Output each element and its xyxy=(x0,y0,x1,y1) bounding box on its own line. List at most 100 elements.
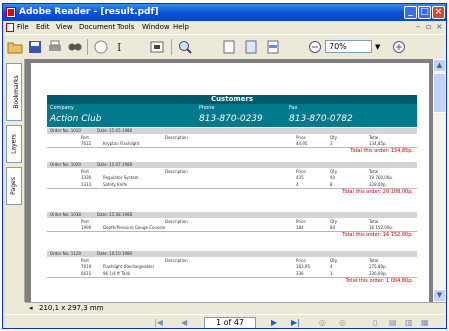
adobe-reader-icon xyxy=(6,7,16,18)
single-page-icon[interactable]: ▯ xyxy=(373,318,377,327)
fax-label: Fax xyxy=(289,105,298,111)
item-price: 44,95 xyxy=(296,141,308,146)
pdf-page: Customers Company Phone Fax Action Club … xyxy=(31,63,429,302)
col-total: Total xyxy=(369,169,379,174)
item-price: 4 xyxy=(296,182,299,187)
save-icon[interactable] xyxy=(27,39,43,55)
item-qty: 4 xyxy=(330,264,333,269)
scroll-thumb[interactable] xyxy=(433,73,446,113)
close-button[interactable]: × xyxy=(432,6,445,19)
order-number: Order No: 1129 xyxy=(50,251,81,256)
menu-bar: File Edit View Document Tools Window Hel… xyxy=(3,21,446,34)
navigation-panel-tabs: Bookmarks Layers Pages xyxy=(3,59,25,302)
item-total: 134,85p. xyxy=(369,141,387,146)
open-folder-icon[interactable] xyxy=(7,39,23,55)
app-window: Adobe Reader - [result.pdf] _ □ × File E… xyxy=(2,3,447,329)
zoom-in-icon[interactable] xyxy=(307,39,323,55)
col-qty: Qty xyxy=(330,258,338,263)
document-area[interactable]: Customers Company Phone Fax Action Club … xyxy=(25,59,433,302)
scroll-down-icon[interactable]: ▼ xyxy=(433,289,446,302)
continuous-facing-icon[interactable]: ▦ xyxy=(421,318,429,327)
select-text-icon[interactable]: I xyxy=(115,39,131,55)
item-qty: 3 xyxy=(330,141,333,146)
menu-document[interactable]: Document xyxy=(79,23,115,31)
item-total: 16 152,00p. xyxy=(369,225,394,230)
print-icon[interactable] xyxy=(47,39,63,55)
tab-layers[interactable]: Layers xyxy=(6,125,22,163)
item-qty: 8 xyxy=(330,182,333,187)
col-description: Description xyxy=(165,258,188,263)
doc-restore-icon[interactable]: ▫ xyxy=(426,22,431,31)
tab-bookmarks-label: Bookmarks xyxy=(13,75,21,109)
menu-file[interactable]: File xyxy=(17,23,29,31)
item-price: 435 xyxy=(296,175,304,180)
item-price: 183,95 xyxy=(296,264,310,269)
tab-bookmarks[interactable]: Bookmarks xyxy=(6,63,22,121)
previous-page-icon[interactable]: ◀ xyxy=(181,318,187,327)
item-description: Flashlight (Rechargeable) xyxy=(103,264,155,269)
facing-icon[interactable]: ▥ xyxy=(405,318,413,327)
col-qty: Qty xyxy=(330,219,338,224)
item-total: 336,00p. xyxy=(369,271,387,276)
maximize-button[interactable]: □ xyxy=(418,6,431,19)
item-part: 1990 xyxy=(81,225,92,230)
order-total: Total this order: 20 108,00p. xyxy=(342,189,413,195)
item-part: 7612 xyxy=(81,141,92,146)
item-description: Krypton Flashlight xyxy=(103,141,140,146)
phone-label: Phone xyxy=(199,105,215,111)
next-view-icon[interactable]: ◎ xyxy=(339,318,346,327)
zoom-dropdown-icon[interactable]: ▼ xyxy=(375,43,391,59)
menu-help[interactable]: Help xyxy=(173,23,189,31)
item-description: 96 1/4 ft Tank xyxy=(103,271,131,276)
order-header: Order No: 1010 Date: 25.05.1988 xyxy=(47,128,417,134)
item-price: 184 xyxy=(296,225,304,230)
panel-toggle-icon[interactable]: ◂ xyxy=(29,304,33,312)
actual-size-icon[interactable] xyxy=(221,39,237,55)
continuous-icon[interactable]: ▤ xyxy=(389,318,397,327)
first-page-icon[interactable]: |◀ xyxy=(154,318,163,327)
status-bar: ◂ 210,1 x 297,3 mm xyxy=(25,302,446,314)
zoom-level-field[interactable]: 70% xyxy=(325,40,372,53)
order-date: Date: 10.10.1989 xyxy=(97,251,133,256)
item-description: Safety Knife xyxy=(103,182,128,187)
minimize-button[interactable]: _ xyxy=(404,6,417,19)
menu-view[interactable]: View xyxy=(56,23,73,31)
item-part: 7619 xyxy=(81,264,92,269)
item-description: Regulator System xyxy=(103,175,139,180)
order-date: Date: 25.05.1988 xyxy=(97,128,133,133)
order-total: Total this order: 1 004,80p. xyxy=(345,278,413,284)
col-part: Part xyxy=(81,258,89,263)
zoom-icon[interactable] xyxy=(177,39,193,55)
vertical-scrollbar[interactable]: ▲ ▼ xyxy=(433,59,446,302)
zoom-out-icon[interactable] xyxy=(391,39,407,55)
company-label: Company xyxy=(50,105,74,111)
order-header: Order No: 1038 Date: 25.08.1988 xyxy=(47,212,417,218)
page-number-field[interactable]: 1 of 47 xyxy=(204,317,256,328)
doc-close-icon[interactable]: × xyxy=(436,22,443,31)
col-part: Part xyxy=(81,219,89,224)
order-total: Total this order: 134,85p. xyxy=(350,148,413,154)
item-total: 19 760,00p. xyxy=(369,175,394,180)
hand-tool-icon[interactable] xyxy=(93,39,109,55)
last-page-icon[interactable]: ▶| xyxy=(291,318,300,327)
menu-tools[interactable]: Tools xyxy=(117,23,134,31)
col-price: Price xyxy=(296,258,306,263)
search-icon[interactable] xyxy=(67,39,83,55)
fit-width-icon[interactable] xyxy=(265,39,281,55)
menu-edit[interactable]: Edit xyxy=(36,23,50,31)
snapshot-icon[interactable] xyxy=(149,39,165,55)
customer-header: Company Phone Fax Action Club 813-870-02… xyxy=(47,104,417,127)
doc-minimize-icon[interactable]: – xyxy=(416,22,420,31)
navigation-bar: |◀ ◀ 1 of 47 ▶ ▶| ◎ ◎ ▯ ▤ ▥ ▦ xyxy=(3,314,446,328)
previous-view-icon[interactable]: ◎ xyxy=(319,318,326,327)
tab-pages[interactable]: Pages xyxy=(6,167,22,205)
fit-page-icon[interactable] xyxy=(243,39,259,55)
col-part: Part xyxy=(81,135,89,140)
col-qty: Qty xyxy=(330,169,338,174)
col-price: Price xyxy=(296,169,306,174)
col-part: Part xyxy=(81,169,89,174)
scroll-up-icon[interactable]: ▲ xyxy=(433,59,446,72)
title-bar: Adobe Reader - [result.pdf] _ □ × xyxy=(3,4,446,21)
next-page-icon[interactable]: ▶ xyxy=(271,318,277,327)
menu-window[interactable]: Window xyxy=(142,23,170,31)
